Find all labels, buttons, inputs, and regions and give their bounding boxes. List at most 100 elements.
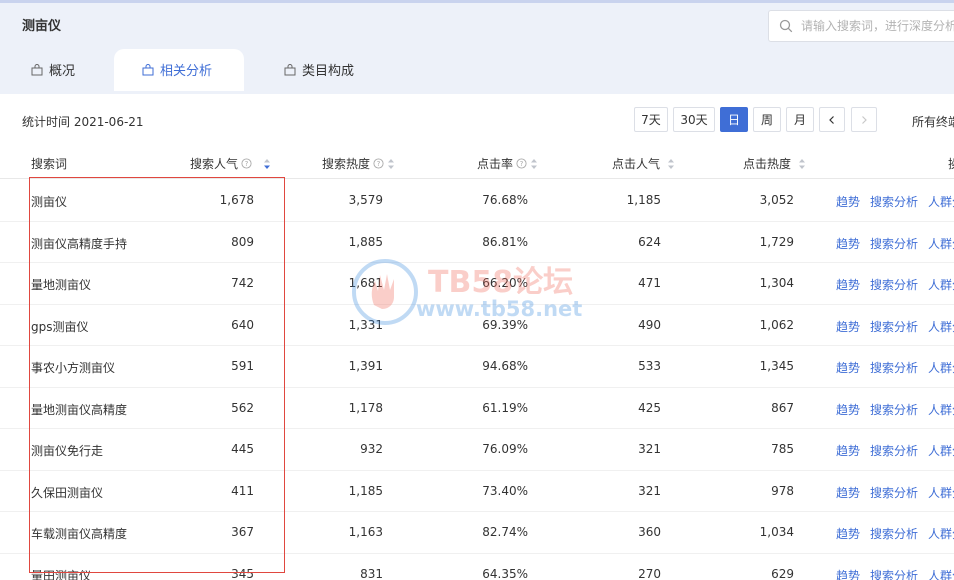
help-icon[interactable]: ? xyxy=(241,158,252,169)
column-header-label: 操 xyxy=(948,155,954,172)
sort-icon[interactable] xyxy=(263,158,271,170)
column-header-label: 搜索词 xyxy=(31,157,68,171)
terminal-select[interactable]: 所有终端 xyxy=(912,113,954,130)
cell-search-heat: 1,391 xyxy=(348,359,383,373)
table-row: 量田测亩仪 345 831 64.35% 270 629 趋势搜索分析人群分 xyxy=(0,554,954,580)
cell-click-heat: 785 xyxy=(771,442,794,456)
trend-link[interactable]: 趋势 xyxy=(836,567,860,580)
cell-keyword[interactable]: 测亩仪高精度手持 xyxy=(31,235,127,252)
cell-search-heat: 1,885 xyxy=(348,234,383,249)
trend-link[interactable]: 趋势 xyxy=(836,276,860,293)
cell-keyword[interactable]: 量地测亩仪 xyxy=(31,276,91,293)
cell-keyword[interactable]: 量田测亩仪 xyxy=(31,567,91,580)
trend-link[interactable]: 趋势 xyxy=(836,235,860,252)
cell-keyword[interactable]: gps测亩仪 xyxy=(31,318,89,335)
cell-click-heat: 978 xyxy=(771,483,794,498)
search-analysis-link[interactable]: 搜索分析 xyxy=(870,193,918,210)
search-icon xyxy=(779,19,793,33)
sort-icon[interactable] xyxy=(530,158,538,170)
trend-link[interactable]: 趋势 xyxy=(836,193,860,210)
cell-keyword[interactable]: 测亩仪 xyxy=(31,193,67,210)
trend-link[interactable]: 趋势 xyxy=(836,484,860,501)
help-icon[interactable]: ? xyxy=(373,158,384,169)
tab-label: 类目构成 xyxy=(302,64,355,79)
sort-icon[interactable] xyxy=(798,158,806,170)
cell-search-heat: 831 xyxy=(360,566,383,580)
cell-search-popularity: 367 xyxy=(231,525,254,539)
column-header-search-popularity[interactable]: 搜索人气 ? xyxy=(190,155,271,172)
search-analysis-link[interactable]: 搜索分析 xyxy=(870,442,918,459)
trend-link[interactable]: 趋势 xyxy=(836,525,860,542)
cell-ctr: 86.81% xyxy=(482,234,528,249)
column-header-label: 搜索热度 xyxy=(322,157,371,171)
table-row: 车载测亩仪高精度 367 1,163 82.74% 360 1,034 趋势搜索分析人群分 xyxy=(0,512,954,554)
trend-link[interactable]: 趋势 xyxy=(836,359,860,376)
range-week-button[interactable]: 周 xyxy=(753,107,781,132)
chevron-left-icon xyxy=(829,115,834,124)
column-header-label: 点击人气 xyxy=(612,157,661,171)
sort-icon[interactable] xyxy=(387,158,395,170)
search-input[interactable] xyxy=(801,19,954,33)
search-analysis-link[interactable]: 搜索分析 xyxy=(870,235,918,252)
crowd-analysis-link[interactable]: 人群分 xyxy=(928,484,954,501)
cell-search-popularity: 809 xyxy=(231,234,254,249)
crowd-analysis-link[interactable]: 人群分 xyxy=(928,276,954,293)
cell-click-popularity: 624 xyxy=(638,234,661,249)
column-header-click-heat[interactable]: 点击热度 xyxy=(743,155,806,172)
cell-search-popularity: 445 xyxy=(231,442,254,456)
cell-ctr: 64.35% xyxy=(482,566,528,580)
trend-link[interactable]: 趋势 xyxy=(836,318,860,335)
range-month-button[interactable]: 月 xyxy=(786,107,814,132)
range-30d-button[interactable]: 30天 xyxy=(673,107,715,132)
cell-search-heat: 1,681 xyxy=(348,276,383,290)
crowd-analysis-link[interactable]: 人群分 xyxy=(928,193,954,210)
search-box[interactable] xyxy=(768,10,954,42)
help-icon[interactable]: ? xyxy=(516,158,527,169)
tab-related-analysis[interactable]: 相关分析 xyxy=(142,48,212,91)
column-header-label: 点击热度 xyxy=(743,157,792,171)
search-analysis-link[interactable]: 搜索分析 xyxy=(870,484,918,501)
cell-keyword[interactable]: 车载测亩仪高精度 xyxy=(31,525,127,542)
cell-search-heat: 3,579 xyxy=(348,193,383,207)
cell-keyword[interactable]: 久保田测亩仪 xyxy=(31,484,103,501)
cell-click-heat: 1,062 xyxy=(759,317,794,332)
trend-link[interactable]: 趋势 xyxy=(836,401,860,418)
cell-click-heat: 1,345 xyxy=(759,359,794,373)
cell-click-popularity: 1,185 xyxy=(626,193,661,207)
search-analysis-link[interactable]: 搜索分析 xyxy=(870,401,918,418)
search-analysis-link[interactable]: 搜索分析 xyxy=(870,525,918,542)
cell-search-heat: 932 xyxy=(360,442,383,456)
sort-icon[interactable] xyxy=(667,158,675,170)
crowd-analysis-link[interactable]: 人群分 xyxy=(928,235,954,252)
table-row: gps测亩仪 640 1,331 69.39% 490 1,062 趋势搜索分析人群分 xyxy=(0,305,954,346)
range-day-button[interactable]: 日 xyxy=(720,107,748,132)
cell-click-popularity: 471 xyxy=(638,276,661,290)
search-analysis-link[interactable]: 搜索分析 xyxy=(870,359,918,376)
next-button[interactable] xyxy=(851,107,877,132)
tab-overview[interactable]: 概况 xyxy=(31,48,75,91)
trend-link[interactable]: 趋势 xyxy=(836,442,860,459)
column-header-click-popularity[interactable]: 点击人气 xyxy=(612,155,675,172)
cell-keyword[interactable]: 量地测亩仪高精度 xyxy=(31,401,127,418)
cell-ctr: 82.74% xyxy=(482,525,528,539)
column-header-label: 搜索人气 xyxy=(190,157,239,171)
crowd-analysis-link[interactable]: 人群分 xyxy=(928,401,954,418)
column-header-ctr[interactable]: 点击率 ? xyxy=(477,155,538,172)
crowd-analysis-link[interactable]: 人群分 xyxy=(928,318,954,335)
tab-category-composition[interactable]: 类目构成 xyxy=(284,48,354,91)
bag-icon xyxy=(142,63,154,75)
search-analysis-link[interactable]: 搜索分析 xyxy=(870,276,918,293)
search-analysis-link[interactable]: 搜索分析 xyxy=(870,318,918,335)
search-analysis-link[interactable]: 搜索分析 xyxy=(870,567,918,580)
crowd-analysis-link[interactable]: 人群分 xyxy=(928,525,954,542)
crowd-analysis-link[interactable]: 人群分 xyxy=(928,567,954,580)
cell-click-heat: 629 xyxy=(771,566,794,580)
prev-button[interactable] xyxy=(819,107,845,132)
cell-keyword[interactable]: 测亩仪免行走 xyxy=(31,442,103,459)
column-header-search-heat[interactable]: 搜索热度 ? xyxy=(322,155,395,172)
crowd-analysis-link[interactable]: 人群分 xyxy=(928,442,954,459)
crowd-analysis-link[interactable]: 人群分 xyxy=(928,359,954,376)
range-7d-button[interactable]: 7天 xyxy=(634,107,668,132)
cell-click-popularity: 425 xyxy=(638,400,661,415)
cell-keyword[interactable]: 事农小方测亩仪 xyxy=(31,359,115,376)
